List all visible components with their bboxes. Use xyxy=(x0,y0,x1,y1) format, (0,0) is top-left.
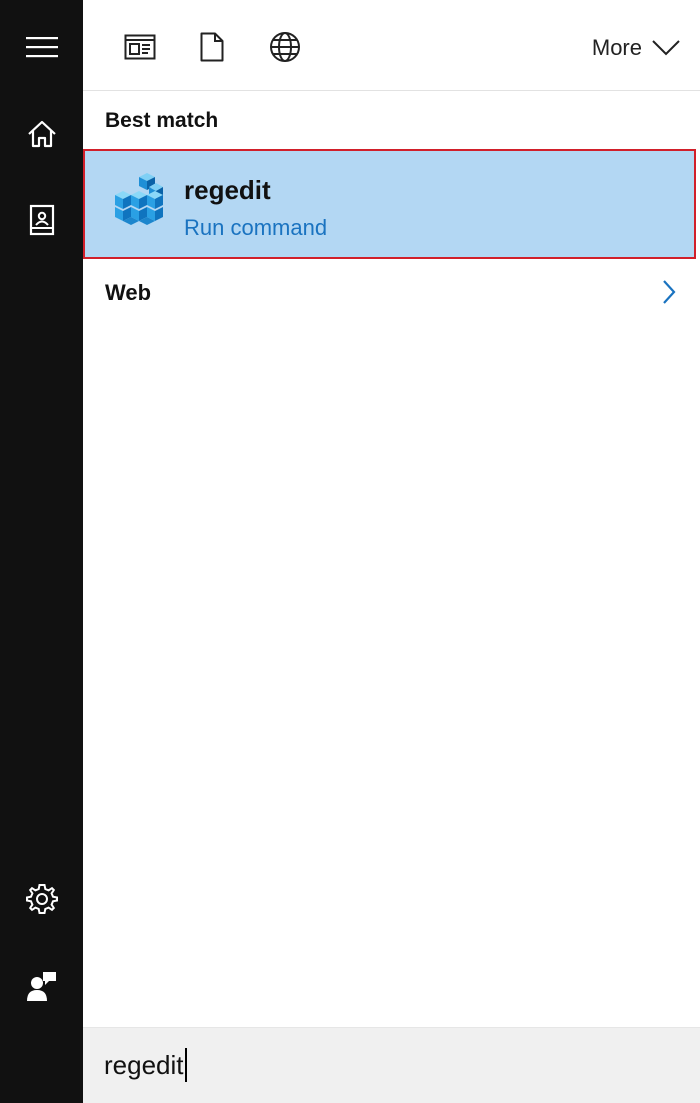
notebook-icon xyxy=(29,204,54,236)
home-button[interactable] xyxy=(0,104,83,164)
hamburger-menu-button[interactable] xyxy=(0,17,83,77)
search-input[interactable]: regedit xyxy=(104,1048,187,1082)
hamburger-menu-icon xyxy=(25,37,58,58)
web-section-label: Web xyxy=(105,280,152,305)
filter-toolbar: More xyxy=(83,0,700,91)
feedback-icon xyxy=(26,972,56,1001)
gear-icon xyxy=(25,884,58,914)
result-title: regedit xyxy=(184,175,271,205)
more-filters-button[interactable]: More xyxy=(592,30,680,66)
result-subtitle: Run command xyxy=(184,215,328,240)
feedback-button[interactable] xyxy=(0,956,83,1016)
apps-filter-icon xyxy=(124,34,156,60)
settings-button[interactable] xyxy=(0,869,83,929)
home-icon xyxy=(27,120,56,148)
web-filter-button[interactable] xyxy=(255,17,315,77)
more-label: More xyxy=(591,35,642,60)
chevron-down-icon xyxy=(652,40,680,56)
best-match-header: Best match xyxy=(105,109,219,132)
documents-filter-button[interactable] xyxy=(182,17,242,77)
notebook-button[interactable] xyxy=(0,190,83,250)
documents-filter-icon xyxy=(200,32,224,62)
web-filter-icon xyxy=(270,32,300,62)
apps-filter-button[interactable] xyxy=(110,17,170,77)
best-match-result[interactable]: regedit Run command xyxy=(83,149,696,259)
search-results-pane: More Best match regedit Run command Web … xyxy=(83,0,700,1103)
web-section-row[interactable]: Web xyxy=(83,265,700,321)
chevron-right-icon xyxy=(663,280,676,304)
start-search-window: More Best match regedit Run command Web … xyxy=(0,0,700,1103)
search-box[interactable]: regedit xyxy=(83,1027,700,1103)
registry-editor-icon xyxy=(115,173,163,225)
left-rail xyxy=(0,0,83,1103)
